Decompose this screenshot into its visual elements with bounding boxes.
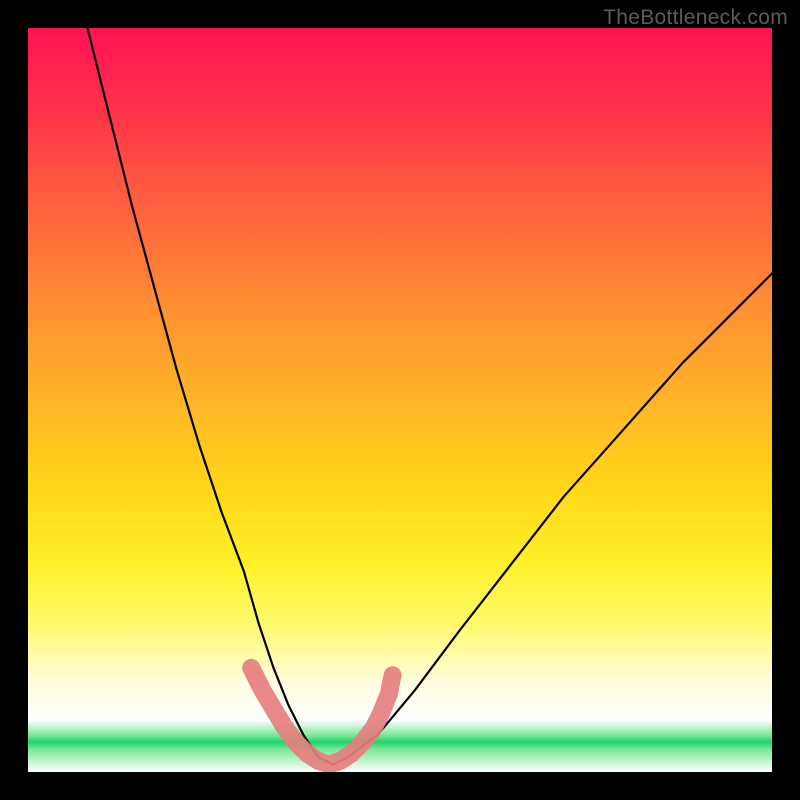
bottleneck-curve bbox=[88, 28, 773, 765]
watermark-text: TheBottleneck.com bbox=[603, 6, 788, 30]
chart-container: TheBottleneck.com bbox=[0, 0, 800, 800]
curve-layer bbox=[28, 28, 772, 772]
plot-area bbox=[28, 28, 772, 772]
minimum-highlight bbox=[251, 668, 392, 765]
